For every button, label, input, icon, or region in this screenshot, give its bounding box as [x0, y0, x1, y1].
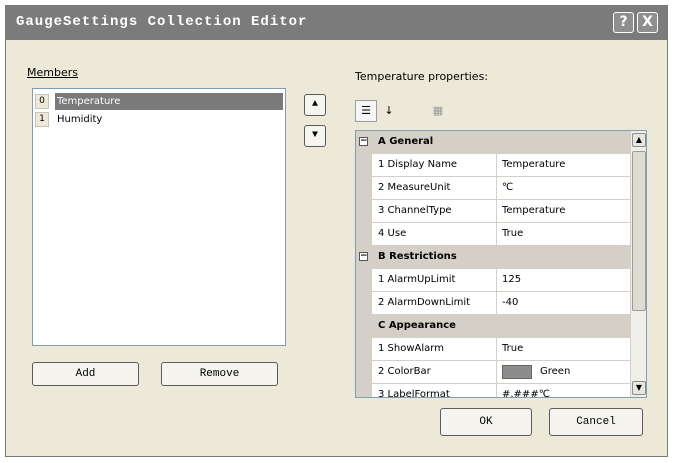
property-grid[interactable]: − A General 1 Display Name Temperature 2… — [355, 130, 647, 398]
row-gutter — [356, 361, 372, 383]
property-row[interactable]: 1 Display Name Temperature — [356, 154, 631, 177]
ok-button[interactable]: OK — [440, 408, 532, 436]
row-gutter — [356, 154, 372, 176]
property-name: 1 ShowAlarm — [378, 338, 497, 360]
property-name: 2 AlarmDownLimit — [378, 292, 497, 314]
member-name: Temperature — [55, 93, 283, 110]
help-button[interactable]: ? — [613, 12, 634, 33]
add-button[interactable]: Add — [32, 362, 139, 386]
move-down-button[interactable]: ▼ — [304, 125, 326, 147]
property-name: 1 AlarmUpLimit — [378, 269, 497, 291]
scroll-thumb[interactable] — [632, 151, 646, 311]
property-value[interactable]: Temperature — [502, 200, 565, 222]
property-value[interactable]: ℃ — [502, 177, 513, 199]
row-gutter — [356, 384, 372, 397]
property-name: 2 ColorBar — [378, 361, 497, 383]
property-name: 3 ChannelType — [378, 200, 497, 222]
property-row[interactable]: 1 ShowAlarm True — [356, 338, 631, 361]
property-row[interactable]: 4 Use True — [356, 223, 631, 246]
properties-label: Temperature properties: — [355, 70, 489, 83]
category-name: C Appearance — [378, 320, 456, 331]
row-gutter — [356, 292, 372, 314]
property-row[interactable]: 2 MeasureUnit ℃ — [356, 177, 631, 200]
category-name: B Restrictions — [378, 251, 457, 262]
property-value[interactable]: -40 — [502, 292, 518, 314]
member-item-humidity[interactable]: 1 Humidity — [33, 111, 285, 128]
property-value[interactable]: Temperature — [502, 154, 565, 176]
categorized-button[interactable]: ☰ — [355, 100, 377, 122]
property-value[interactable]: 125 — [502, 269, 521, 291]
property-value[interactable]: True — [502, 223, 523, 245]
category-restrictions[interactable]: − B Restrictions — [356, 246, 631, 269]
property-name: 2 MeasureUnit — [378, 177, 497, 199]
sort-az-icon: ↓ — [384, 104, 394, 117]
close-button[interactable]: X — [637, 12, 658, 33]
alphabetical-button[interactable]: ↓ — [378, 100, 400, 122]
up-arrow-icon: ▲ — [311, 99, 318, 110]
color-swatch — [502, 365, 532, 379]
category-general[interactable]: − A General — [356, 131, 631, 154]
property-value[interactable]: True — [502, 338, 523, 360]
property-pages-icon: ▦ — [432, 104, 444, 117]
members-list[interactable]: 0 Temperature 1 Humidity — [32, 88, 286, 346]
category-appearance[interactable]: C Appearance — [356, 315, 631, 338]
row-gutter — [356, 200, 372, 222]
down-arrow-icon: ▼ — [311, 130, 318, 141]
collection-editor-dialog: GaugeSettings Collection Editor ? X Memb… — [5, 5, 668, 457]
row-gutter — [356, 338, 372, 360]
collapse-icon[interactable]: − — [359, 137, 368, 146]
category-name: A General — [378, 136, 434, 147]
categorized-icon: ☰ — [361, 104, 371, 117]
members-label: Members — [27, 66, 78, 79]
property-pages-button[interactable]: ▦ — [427, 100, 449, 122]
row-gutter — [356, 177, 372, 199]
property-name: 3 LabelFormat — [378, 384, 497, 397]
remove-button[interactable]: Remove — [161, 362, 278, 386]
property-name: 4 Use — [378, 223, 497, 245]
property-row[interactable]: 1 AlarmUpLimit 125 — [356, 269, 631, 292]
property-row[interactable]: 3 ChannelType Temperature — [356, 200, 631, 223]
property-value[interactable]: Green — [540, 361, 570, 383]
scroll-up-button[interactable]: ▲ — [632, 133, 646, 147]
row-gutter — [356, 269, 372, 291]
property-row[interactable]: 3 LabelFormat #.###℃ — [356, 384, 631, 397]
scroll-down-button[interactable]: ▼ — [632, 381, 646, 395]
member-index: 1 — [35, 112, 49, 127]
property-row[interactable]: 2 ColorBar Green — [356, 361, 631, 384]
property-name: 1 Display Name — [378, 154, 497, 176]
cancel-button[interactable]: Cancel — [549, 408, 643, 436]
property-row[interactable]: 2 AlarmDownLimit -40 — [356, 292, 631, 315]
collapse-icon[interactable]: − — [359, 252, 368, 261]
title-bar: GaugeSettings Collection Editor ? X — [6, 6, 667, 40]
property-value[interactable]: #.###℃ — [502, 384, 550, 397]
window-title: GaugeSettings Collection Editor — [16, 14, 308, 30]
move-up-button[interactable]: ▲ — [304, 94, 326, 116]
property-grid-scrollbar[interactable]: ▲ ▼ — [630, 131, 646, 397]
member-item-temperature[interactable]: 0 Temperature — [33, 93, 285, 110]
row-gutter — [356, 223, 372, 245]
member-name: Humidity — [57, 114, 103, 125]
member-index: 0 — [35, 94, 49, 109]
